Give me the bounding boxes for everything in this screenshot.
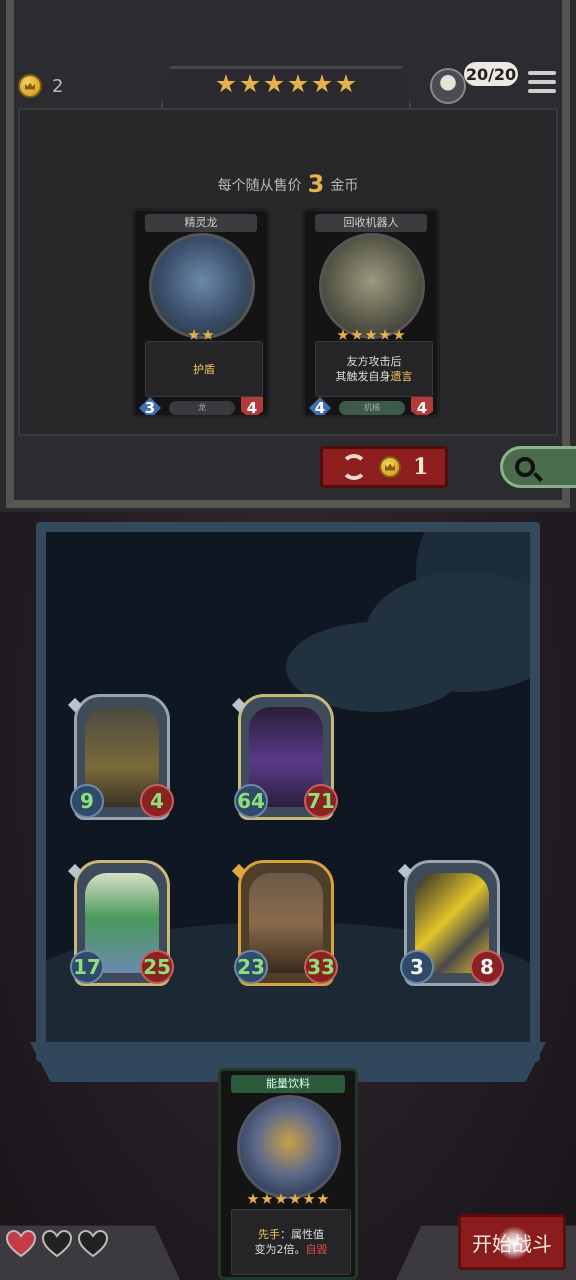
minion-health: 4 [140,784,174,818]
gold-counter: 2 [18,74,63,98]
star-icon [303,1193,315,1204]
search-button[interactable] [500,446,576,488]
refresh-button[interactable]: 1 [320,446,448,488]
hand-card-spell[interactable]: 能量饮料 先手：属性值 变为2倍。自毁 [218,1068,358,1280]
star-icon [312,74,332,93]
price-suffix: 金币 [330,178,359,194]
turn-counter: 20/20 [464,62,518,86]
gold-amount: 2 [52,75,64,97]
shop-panel: 2 20/20 每个随从售价 3 金币 精灵龙 护盾 龙 3 4 回收机器人 友… [0,0,576,512]
star-icon [289,1193,301,1204]
card-name: 能量饮料 [231,1075,345,1093]
star-icon [337,329,349,340]
card-health: 4 [411,397,433,415]
star-icon [379,329,391,340]
player-avatar[interactable] [430,68,466,104]
tap-glow [497,1226,531,1260]
price-prefix: 每个随从售价 [217,178,302,194]
star-icon [317,1193,329,1204]
board-minion-5[interactable]: 3 8 [397,860,504,986]
star-icon [202,329,214,340]
card-attack: 3 [139,397,161,415]
star-icon [275,1193,287,1204]
star-icon [216,74,236,93]
minion-attack: 23 [234,950,268,984]
minion-health: 8 [470,950,504,984]
refresh-icon [341,454,367,480]
card-description: 护盾 [145,341,263,397]
card-desc-line-1: ：属性值 [280,1228,324,1241]
card-art-energy-drink [237,1095,341,1199]
refresh-cost: 1 [413,454,429,480]
star-icon [365,329,377,340]
card-tribe: 机械 [339,401,405,415]
card-desc-line-2: 其触发自身 [335,370,391,383]
heart-icon [5,1229,37,1258]
price-value: 3 [307,170,325,198]
card-keyword: 先手 [258,1228,280,1241]
minion-attack: 64 [234,784,268,818]
card-art-recycling-robot [319,233,425,339]
card-description: 友方攻击后 其触发自身遗言 [315,341,433,397]
card-health: 4 [241,397,263,415]
card-keyword: 护盾 [193,362,215,376]
star-icon [288,74,308,93]
coin-icon [18,74,42,98]
shop-card-1[interactable]: 精灵龙 护盾 龙 3 4 [132,208,270,418]
game-screen: 2 20/20 每个随从售价 3 金币 精灵龙 护盾 龙 3 4 回收机器人 友… [0,0,576,1280]
search-icon [515,457,535,477]
card-keyword-red: 自毁 [305,1243,328,1256]
price-info: 每个随从售价 3 金币 [0,170,576,198]
star-icon [247,1193,259,1204]
lives-hearts [5,1229,109,1258]
card-stars [221,1193,355,1205]
card-attack: 4 [309,397,331,415]
shop-card-2[interactable]: 回收机器人 友方攻击后 其触发自身遗言 机械 4 4 [302,208,440,418]
minion-attack: 3 [400,950,434,984]
minion-attack: 17 [70,950,104,984]
shop-area [18,108,558,436]
card-desc-line-1: 友方攻击后 [346,355,402,368]
board-minion-4-golden[interactable]: 23 33 [231,860,338,986]
minion-health: 33 [304,950,338,984]
board-minion-1[interactable]: 9 4 [67,694,174,820]
card-stars [135,329,267,341]
coin-icon [379,456,401,478]
card-art-faerie-dragon [149,233,255,339]
card-desc-line-2: 变为2倍。 [254,1243,306,1256]
card-keyword: 遗言 [390,370,413,383]
star-icon [240,74,260,93]
minion-attack: 9 [70,784,104,818]
card-description: 先手：属性值 变为2倍。自毁 [231,1209,351,1275]
star-icon [264,74,284,93]
heart-icon [77,1229,109,1258]
star-icon [336,74,356,93]
card-tribe: 龙 [169,401,235,415]
star-icon [261,1193,273,1204]
board-minion-2[interactable]: 64 71 [231,694,338,820]
board-minion-3[interactable]: 17 25 [67,860,174,986]
menu-icon[interactable] [528,68,556,96]
card-stars [305,329,437,341]
star-icon [393,329,405,340]
card-name: 精灵龙 [145,214,257,232]
star-icon [188,329,200,340]
minion-health: 25 [140,950,174,984]
star-icon [351,329,363,340]
heart-icon [41,1229,73,1258]
minion-health: 71 [304,784,338,818]
tavern-tier-stars [216,74,356,94]
card-name: 回收机器人 [315,214,427,232]
